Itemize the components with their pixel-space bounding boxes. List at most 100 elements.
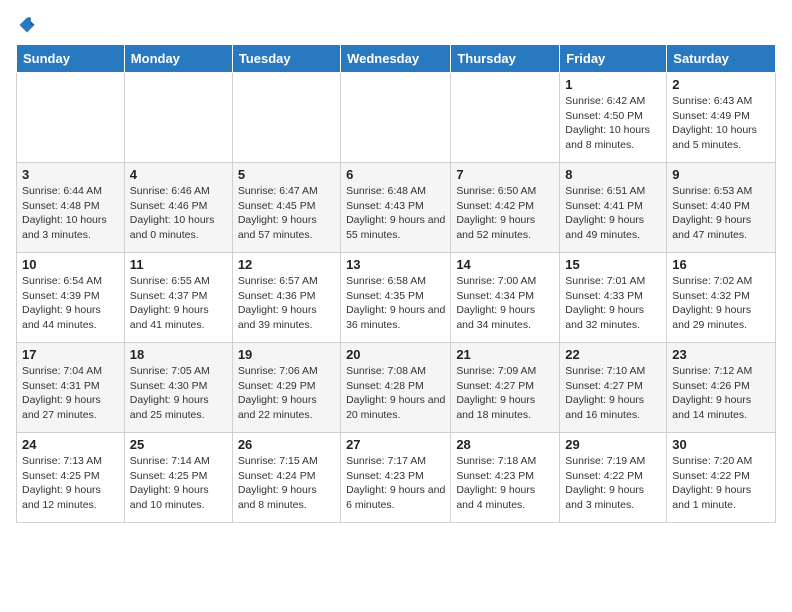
day-info: Sunrise: 7:01 AM Sunset: 4:33 PM Dayligh… [565, 274, 661, 333]
day-number: 5 [238, 167, 335, 182]
calendar-week-2: 3Sunrise: 6:44 AM Sunset: 4:48 PM Daylig… [17, 163, 776, 253]
weekday-header-row: SundayMondayTuesdayWednesdayThursdayFrid… [17, 45, 776, 73]
day-number: 12 [238, 257, 335, 272]
day-number: 27 [346, 437, 445, 452]
weekday-header-thursday: Thursday [451, 45, 560, 73]
calendar-cell: 5 Sunrise: 6:47 AM Sunset: 4:45 PM Daylig… [232, 163, 340, 253]
calendar-cell: 21Sunrise: 7:09 AM Sunset: 4:27 PM Dayli… [451, 343, 560, 433]
day-number: 8 [565, 167, 661, 182]
day-number: 9 [672, 167, 770, 182]
calendar-table: SundayMondayTuesdayWednesdayThursdayFrid… [16, 44, 776, 523]
weekday-header-friday: Friday [560, 45, 667, 73]
day-number: 2 [672, 77, 770, 92]
day-number: 24 [22, 437, 119, 452]
calendar-cell: 16 Sunrise: 7:02 AM Sunset: 4:32 PM Dayli… [667, 253, 776, 343]
calendar-cell: 12 Sunrise: 6:57 AM Sunset: 4:36 PM Dayli… [232, 253, 340, 343]
calendar-cell: 9 Sunrise: 6:53 AM Sunset: 4:40 PM Daylig… [667, 163, 776, 253]
calendar-cell: 23 Sunrise: 7:12 AM Sunset: 4:26 PM Dayli… [667, 343, 776, 433]
calendar-cell: 30 Sunrise: 7:20 AM Sunset: 4:22 PM Dayli… [667, 433, 776, 523]
day-info: Sunrise: 6:51 AM Sunset: 4:41 PM Dayligh… [565, 184, 661, 243]
calendar-cell: 19 Sunrise: 7:06 AM Sunset: 4:29 PM Dayli… [232, 343, 340, 433]
day-info: Sunrise: 6:58 AM Sunset: 4:35 PM Dayligh… [346, 274, 445, 333]
day-info: Sunrise: 7:04 AM Sunset: 4:31 PM Dayligh… [22, 364, 119, 423]
day-number: 25 [130, 437, 227, 452]
day-info: Sunrise: 6:50 AM Sunset: 4:42 PM Dayligh… [456, 184, 554, 243]
day-number: 21 [456, 347, 554, 362]
day-info: Sunrise: 6:46 AM Sunset: 4:46 PM Dayligh… [130, 184, 227, 243]
day-number: 11 [130, 257, 227, 272]
day-info: Sunrise: 7:12 AM Sunset: 4:26 PM Dayligh… [672, 364, 770, 423]
calendar-cell: 10 Sunrise: 6:54 AM Sunset: 4:39 PM Dayli… [17, 253, 125, 343]
day-info: Sunrise: 6:43 AM Sunset: 4:49 PM Dayligh… [672, 94, 770, 153]
page-header [16, 16, 776, 34]
calendar-cell: 29 Sunrise: 7:19 AM Sunset: 4:22 PM Dayli… [560, 433, 667, 523]
day-number: 18 [130, 347, 227, 362]
calendar-cell [341, 73, 451, 163]
day-number: 3 [22, 167, 119, 182]
calendar-header: SundayMondayTuesdayWednesdayThursdayFrid… [17, 45, 776, 73]
calendar-cell: 13 Sunrise: 6:58 AM Sunset: 4:35 PM Dayli… [341, 253, 451, 343]
day-info: Sunrise: 6:53 AM Sunset: 4:40 PM Dayligh… [672, 184, 770, 243]
calendar-cell: 27 Sunrise: 7:17 AM Sunset: 4:23 PM Dayli… [341, 433, 451, 523]
weekday-header-tuesday: Tuesday [232, 45, 340, 73]
day-number: 16 [672, 257, 770, 272]
day-number: 22 [565, 347, 661, 362]
logo [16, 16, 36, 34]
day-number: 20 [346, 347, 445, 362]
day-info: Sunrise: 7:15 AM Sunset: 4:24 PM Dayligh… [238, 454, 335, 513]
day-info: Sunrise: 6:48 AM Sunset: 4:43 PM Dayligh… [346, 184, 445, 243]
calendar-cell: 22 Sunrise: 7:10 AM Sunset: 4:27 PM Dayli… [560, 343, 667, 433]
day-info: Sunrise: 7:20 AM Sunset: 4:22 PM Dayligh… [672, 454, 770, 513]
logo-icon [18, 16, 36, 34]
calendar-week-5: 24Sunrise: 7:13 AM Sunset: 4:25 PM Dayli… [17, 433, 776, 523]
day-info: Sunrise: 7:10 AM Sunset: 4:27 PM Dayligh… [565, 364, 661, 423]
day-info: Sunrise: 7:18 AM Sunset: 4:23 PM Dayligh… [456, 454, 554, 513]
calendar-cell: 18 Sunrise: 7:05 AM Sunset: 4:30 PM Dayli… [124, 343, 232, 433]
day-info: Sunrise: 7:19 AM Sunset: 4:22 PM Dayligh… [565, 454, 661, 513]
day-info: Sunrise: 6:54 AM Sunset: 4:39 PM Dayligh… [22, 274, 119, 333]
day-number: 13 [346, 257, 445, 272]
calendar-cell: 11 Sunrise: 6:55 AM Sunset: 4:37 PM Dayli… [124, 253, 232, 343]
day-number: 15 [565, 257, 661, 272]
day-number: 4 [130, 167, 227, 182]
calendar-week-4: 17 Sunrise: 7:04 AM Sunset: 4:31 PM Dayli… [17, 343, 776, 433]
day-info: Sunrise: 7:17 AM Sunset: 4:23 PM Dayligh… [346, 454, 445, 513]
weekday-header-sunday: Sunday [17, 45, 125, 73]
day-number: 23 [672, 347, 770, 362]
weekday-header-saturday: Saturday [667, 45, 776, 73]
calendar-cell [451, 73, 560, 163]
day-number: 10 [22, 257, 119, 272]
calendar-cell: 17 Sunrise: 7:04 AM Sunset: 4:31 PM Dayli… [17, 343, 125, 433]
calendar-cell [124, 73, 232, 163]
day-info: Sunrise: 6:57 AM Sunset: 4:36 PM Dayligh… [238, 274, 335, 333]
calendar-cell: 8 Sunrise: 6:51 AM Sunset: 4:41 PM Daylig… [560, 163, 667, 253]
calendar-cell [17, 73, 125, 163]
calendar-week-1: 1Sunrise: 6:42 AM Sunset: 4:50 PM Daylig… [17, 73, 776, 163]
calendar-cell: 24Sunrise: 7:13 AM Sunset: 4:25 PM Dayli… [17, 433, 125, 523]
day-number: 6 [346, 167, 445, 182]
day-info: Sunrise: 7:06 AM Sunset: 4:29 PM Dayligh… [238, 364, 335, 423]
day-number: 19 [238, 347, 335, 362]
day-info: Sunrise: 7:14 AM Sunset: 4:25 PM Dayligh… [130, 454, 227, 513]
day-info: Sunrise: 6:47 AM Sunset: 4:45 PM Dayligh… [238, 184, 335, 243]
day-number: 30 [672, 437, 770, 452]
day-info: Sunrise: 6:55 AM Sunset: 4:37 PM Dayligh… [130, 274, 227, 333]
day-number: 7 [456, 167, 554, 182]
day-number: 29 [565, 437, 661, 452]
day-info: Sunrise: 7:02 AM Sunset: 4:32 PM Dayligh… [672, 274, 770, 333]
calendar-body: 1Sunrise: 6:42 AM Sunset: 4:50 PM Daylig… [17, 73, 776, 523]
day-info: Sunrise: 7:05 AM Sunset: 4:30 PM Dayligh… [130, 364, 227, 423]
day-number: 17 [22, 347, 119, 362]
calendar-cell: 4 Sunrise: 6:46 AM Sunset: 4:46 PM Daylig… [124, 163, 232, 253]
calendar-cell: 28Sunrise: 7:18 AM Sunset: 4:23 PM Dayli… [451, 433, 560, 523]
calendar-cell: 3Sunrise: 6:44 AM Sunset: 4:48 PM Daylig… [17, 163, 125, 253]
weekday-header-wednesday: Wednesday [341, 45, 451, 73]
day-info: Sunrise: 7:00 AM Sunset: 4:34 PM Dayligh… [456, 274, 554, 333]
weekday-header-monday: Monday [124, 45, 232, 73]
calendar-cell: 26Sunrise: 7:15 AM Sunset: 4:24 PM Dayli… [232, 433, 340, 523]
day-number: 14 [456, 257, 554, 272]
calendar-cell [232, 73, 340, 163]
calendar-cell: 1Sunrise: 6:42 AM Sunset: 4:50 PM Daylig… [560, 73, 667, 163]
calendar-cell: 7 Sunrise: 6:50 AM Sunset: 4:42 PM Daylig… [451, 163, 560, 253]
calendar-cell: 14 Sunrise: 7:00 AM Sunset: 4:34 PM Dayli… [451, 253, 560, 343]
